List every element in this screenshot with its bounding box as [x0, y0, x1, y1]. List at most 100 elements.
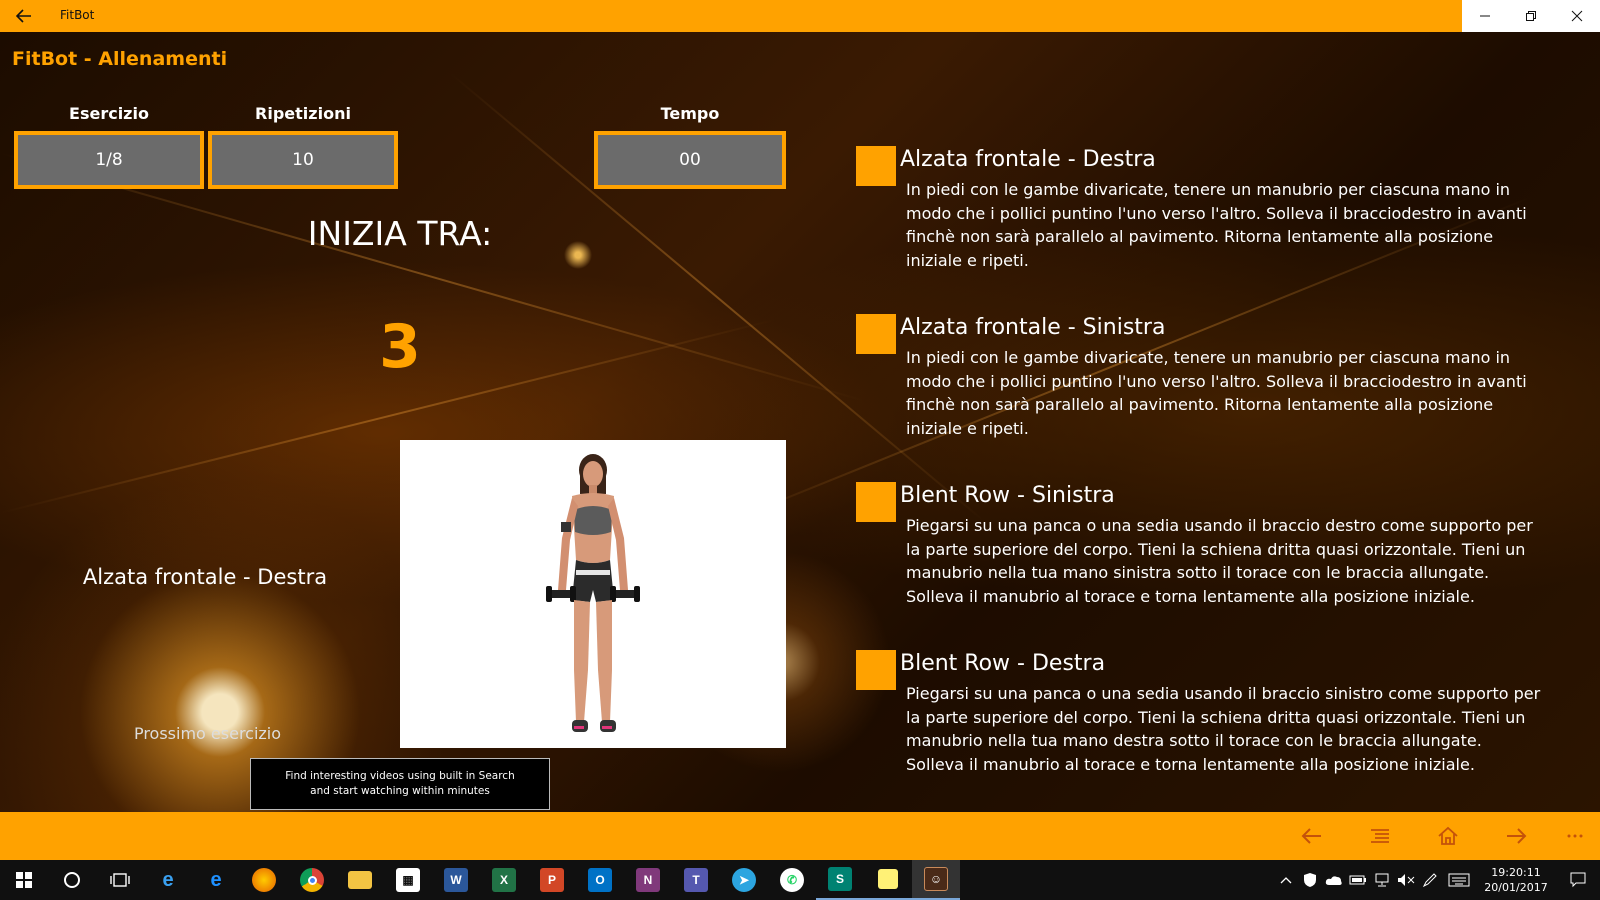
sticky-notes-icon	[878, 869, 898, 889]
minimize-icon	[1480, 15, 1490, 17]
exercise-description: In piedi con le gambe divaricate, tenere…	[906, 180, 1527, 270]
search-circle-icon	[64, 872, 80, 888]
onenote-icon: N	[636, 868, 660, 892]
battery-icon	[1349, 875, 1366, 885]
list-item[interactable]: Blent Row - Sinistra Piegarsi su una pan…	[856, 482, 1546, 650]
taskbar-whatsapp[interactable]: ✆	[768, 860, 816, 900]
esercizio-box: 1/8	[14, 131, 204, 189]
more-button[interactable]	[1550, 812, 1600, 860]
exercise-swatch	[856, 146, 896, 186]
exercise-swatch	[856, 314, 896, 354]
volume-button[interactable]	[1394, 860, 1418, 900]
taskbar-edge[interactable]: e	[192, 860, 240, 900]
ripetizioni-value: 10	[292, 150, 314, 170]
exercise-title: Alzata frontale - Destra	[900, 147, 1156, 172]
taskbar-excel[interactable]: X	[480, 860, 528, 900]
taskbar-firefox[interactable]	[240, 860, 288, 900]
notifications-button[interactable]	[1556, 860, 1600, 900]
taskbar-powerpoint[interactable]: P	[528, 860, 576, 900]
esercizio-label: Esercizio	[69, 104, 149, 123]
onedrive-button[interactable]	[1322, 860, 1346, 900]
ie-icon: e	[162, 868, 174, 891]
edge-icon: e	[210, 868, 222, 891]
exercise-description: Piegarsi su una panca o una sedia usando…	[906, 684, 1541, 774]
next-exercise-label: Prossimo esercizio	[133, 724, 282, 743]
main-area: FitBot - Allenamenti Esercizio Ripetizio…	[0, 32, 1600, 812]
taskbar: e e ▦ W X P O N T ➤ ✆ S ☺ 19:20:11 20/01…	[0, 860, 1600, 900]
minimize-button[interactable]	[1462, 0, 1508, 32]
search-button[interactable]	[48, 860, 96, 900]
taskbar-telegram[interactable]: ➤	[720, 860, 768, 900]
chevron-up-button[interactable]	[1274, 860, 1298, 900]
volume-muted-icon	[1398, 874, 1415, 886]
exercise-title: Alzata frontale - Sinistra	[900, 315, 1166, 340]
telegram-icon: ➤	[732, 868, 756, 892]
clock[interactable]: 19:20:11 20/01/2017	[1476, 865, 1556, 895]
taskbar-sticky-notes[interactable]	[864, 860, 912, 900]
sway-icon: S	[828, 867, 852, 891]
close-button[interactable]	[1554, 0, 1600, 32]
taskbar-word[interactable]: W	[432, 860, 480, 900]
page-title: FitBot - Allenamenti	[12, 48, 228, 70]
defender-button[interactable]	[1298, 860, 1322, 900]
command-bar	[0, 812, 1600, 860]
back-button[interactable]	[0, 0, 48, 32]
exercise-description: Piegarsi su una panca o una sedia usando…	[906, 516, 1533, 606]
word-icon: W	[444, 868, 468, 892]
outlook-icon: O	[588, 868, 612, 892]
taskbar-file-explorer[interactable]	[336, 860, 384, 900]
battery-button[interactable]	[1346, 860, 1370, 900]
taskbar-ie[interactable]: e	[144, 860, 192, 900]
fitbot-icon: ☺	[924, 867, 948, 891]
arrow-left-icon	[16, 9, 31, 23]
store-icon: ▦	[396, 868, 420, 892]
exercise-figure	[546, 454, 640, 732]
taskbar-onenote[interactable]: N	[624, 860, 672, 900]
cloud-icon	[1325, 876, 1342, 885]
pen-button[interactable]	[1418, 860, 1442, 900]
home-icon	[1438, 826, 1458, 845]
chrome-icon	[300, 868, 324, 892]
taskbar-fitbot[interactable]: ☺	[912, 860, 960, 900]
pen-icon	[1422, 873, 1437, 888]
tooltip-line-1: Find interesting videos using built in S…	[285, 770, 515, 782]
restore-button[interactable]	[1508, 0, 1554, 32]
taskbar-store[interactable]: ▦	[384, 860, 432, 900]
touch-keyboard-button[interactable]	[1442, 860, 1476, 900]
window-title: FitBot	[60, 8, 95, 22]
next-button[interactable]	[1482, 812, 1550, 860]
current-exercise-name: Alzata frontale - Destra	[82, 565, 328, 589]
list-item[interactable]: Blent Row - Destra Piegarsi su una panca…	[856, 650, 1546, 812]
folder-icon	[348, 871, 372, 889]
taskbar-apps: e e ▦ W X P O N T ➤ ✆ S ☺	[0, 860, 960, 900]
exercise-list: Alzata frontale - Destra In piedi con le…	[856, 146, 1546, 812]
chevron-up-icon	[1280, 877, 1292, 884]
network-button[interactable]	[1370, 860, 1394, 900]
notification-icon	[1570, 872, 1586, 888]
previous-button[interactable]	[1278, 812, 1346, 860]
taskbar-outlook[interactable]: O	[576, 860, 624, 900]
taskbar-teams[interactable]: T	[672, 860, 720, 900]
exercise-swatch	[856, 482, 896, 522]
taskbar-sway[interactable]: S	[816, 860, 864, 900]
taskbar-chrome[interactable]	[288, 860, 336, 900]
more-icon	[1567, 834, 1583, 838]
home-button[interactable]	[1414, 812, 1482, 860]
list-icon	[1371, 829, 1389, 843]
start-button[interactable]	[0, 860, 48, 900]
title-bar: FitBot	[0, 0, 1600, 32]
list-item[interactable]: Alzata frontale - Destra In piedi con le…	[856, 146, 1546, 314]
countdown-value: 3	[379, 312, 421, 382]
list-button[interactable]	[1346, 812, 1414, 860]
restore-icon	[1526, 11, 1536, 21]
tempo-box: 00	[594, 131, 786, 189]
close-icon	[1571, 10, 1583, 22]
task-view-button[interactable]	[96, 860, 144, 900]
exercise-image	[400, 440, 786, 748]
countdown-label: INIZIA TRA:	[307, 214, 493, 253]
tooltip-line-2: and start watching within minutes	[310, 785, 490, 797]
list-item[interactable]: Alzata frontale - Sinistra In piedi con …	[856, 314, 1546, 482]
clock-date: 20/01/2017	[1484, 881, 1548, 894]
esercizio-value: 1/8	[95, 150, 123, 170]
tempo-value: 00	[679, 150, 701, 170]
